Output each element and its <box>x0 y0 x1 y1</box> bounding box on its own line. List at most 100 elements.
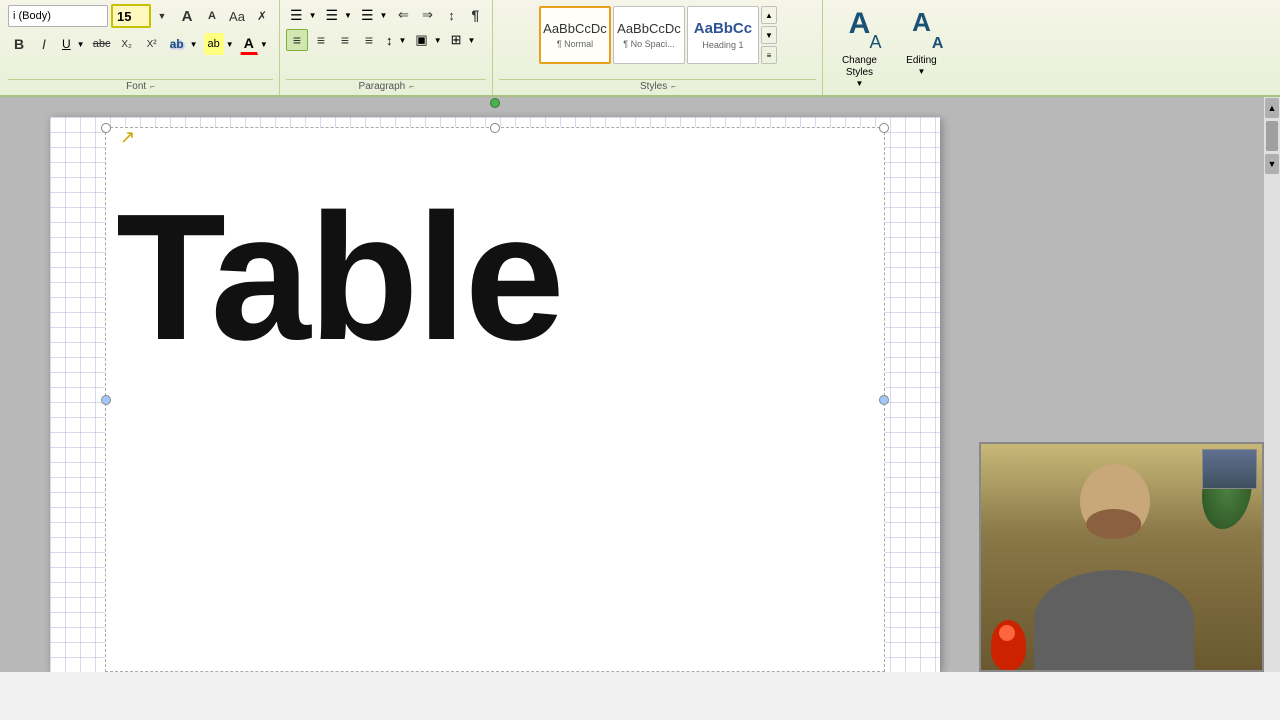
highlight-button[interactable]: ab <box>204 33 224 55</box>
align-center-button[interactable]: ≡ <box>310 29 332 51</box>
handle-top-right[interactable] <box>879 123 889 133</box>
styles-more[interactable]: ≡ <box>761 46 777 64</box>
styles-scroll-up[interactable]: ▲ <box>761 6 777 24</box>
document-page: Table <box>50 117 940 672</box>
font-color-button[interactable]: A <box>240 33 258 55</box>
font-label-text: Font <box>126 81 146 92</box>
underline-split: U ▼ <box>58 33 88 55</box>
actions-section: A A Change Styles ▼ A A Editing ▼ <box>823 0 955 95</box>
para-label-text: Paragraph <box>359 81 406 92</box>
shading-split: ▣ ▼ <box>411 29 444 51</box>
font-section: i (Body) 15 ▼ A A Aa ✗ B I U ▼ <box>2 0 280 95</box>
para-row2: ≡ ≡ ≡ ≡ ↕ ▼ ▣ ▼ ⊞ ▼ <box>286 29 486 51</box>
elmo-toy <box>991 620 1026 670</box>
numbering-button[interactable]: ☰ <box>321 4 342 26</box>
style-card-heading1[interactable]: AaBbCc Heading 1 <box>687 6 759 64</box>
paragraph-section: ☰ ▼ ☰ ▼ ☰ ▼ ⇐ ⇒ ↕ ¶ <box>280 0 493 95</box>
handle-mid-left[interactable] <box>101 395 111 405</box>
align-right-button[interactable]: ≡ <box>334 29 356 51</box>
elmo-nose <box>999 625 1015 641</box>
change-styles-icon-wrap: A A <box>837 9 881 53</box>
video-person <box>981 444 1262 670</box>
styles-section: AaBbCcDc ¶ Normal AaBbCcDc ¶ No Spaci...… <box>493 0 823 95</box>
borders-button[interactable]: ⊞ <box>447 29 466 51</box>
rotate-handle[interactable] <box>490 98 500 108</box>
change-styles-arrow: ▼ <box>855 79 863 88</box>
borders-dropdown[interactable]: ▼ <box>466 29 479 51</box>
highlight-split: ab ▼ <box>204 33 237 55</box>
style-card-heading1-preview: AaBbCc <box>694 20 752 37</box>
para-row1: ☰ ▼ ☰ ▼ ☰ ▼ ⇐ ⇒ ↕ ¶ <box>286 4 486 26</box>
change-case-button[interactable]: Aa <box>226 5 248 27</box>
video-overlay <box>979 442 1264 672</box>
document-content: Table <box>106 128 884 368</box>
text-effects-dropdown[interactable]: ▼ <box>188 33 201 55</box>
bullets-button[interactable]: ☰ <box>286 4 307 26</box>
subscript-button[interactable]: X₂ <box>116 33 138 55</box>
style-card-normal[interactable]: AaBbCcDc ¶ Normal <box>539 6 611 64</box>
font-shrink-button[interactable]: A <box>201 5 223 27</box>
highlight-dropdown[interactable]: ▼ <box>224 33 237 55</box>
styles-section-label: Styles ⌐ <box>499 79 816 95</box>
scroll-down-arrow[interactable]: ▼ <box>1265 154 1279 174</box>
underline-dropdown[interactable]: ▼ <box>75 33 88 55</box>
handle-mid-right[interactable] <box>879 395 889 405</box>
style-heading1-label: Heading 1 <box>702 40 743 50</box>
font-color-split: A ▼ <box>240 33 271 55</box>
handle-top-left[interactable] <box>101 123 111 133</box>
style-card-normal-preview: AaBbCcDc <box>543 21 607 36</box>
styles-scroll: ▲ ▼ ≡ <box>761 6 777 64</box>
strikethrough-button[interactable]: abc <box>91 33 113 55</box>
text-effects-button[interactable]: ab <box>166 33 188 55</box>
shading-button[interactable]: ▣ <box>411 29 431 51</box>
styles-scroll-down[interactable]: ▼ <box>761 26 777 44</box>
font-color-dropdown[interactable]: ▼ <box>258 33 271 55</box>
increase-indent-button[interactable]: ⇒ <box>416 4 438 26</box>
numbering-dropdown[interactable]: ▼ <box>342 4 355 26</box>
font-row2: B I U ▼ abc X₂ X² ab ▼ ab ▼ <box>8 33 273 55</box>
italic-button[interactable]: I <box>33 33 55 55</box>
bold-button[interactable]: B <box>8 33 30 55</box>
handle-top-center[interactable] <box>490 123 500 133</box>
align-justify-button[interactable]: ≡ <box>358 29 380 51</box>
video-thumbnail <box>1202 449 1257 489</box>
numbering-split: ☰ ▼ <box>321 4 354 26</box>
show-para-button[interactable]: ¶ <box>464 4 486 26</box>
scrollbar-right[interactable]: ▲ ▼ <box>1264 97 1280 672</box>
style-nospace-label: ¶ No Spaci... <box>623 39 674 49</box>
bullets-dropdown[interactable]: ▼ <box>307 4 320 26</box>
clear-format-button[interactable]: ✗ <box>251 5 273 27</box>
scrollbar-thumb[interactable] <box>1266 121 1278 151</box>
line-spacing-button[interactable]: ↕ <box>382 29 397 51</box>
font-size-display[interactable]: 15 <box>111 4 151 28</box>
font-grow-button[interactable]: A <box>176 5 198 27</box>
font-expand-icon[interactable]: ⌐ <box>150 82 155 91</box>
font-row1: i (Body) 15 ▼ A A Aa ✗ <box>8 4 273 28</box>
align-left-button[interactable]: ≡ <box>286 29 308 51</box>
font-size-dropdown[interactable]: ▼ <box>151 5 173 27</box>
text-box[interactable]: Table <box>105 127 885 672</box>
scroll-up-arrow[interactable]: ▲ <box>1265 98 1279 118</box>
bullets-split: ☰ ▼ <box>286 4 319 26</box>
superscript-button[interactable]: X² <box>141 33 163 55</box>
style-card-nospace[interactable]: AaBbCcDc ¶ No Spaci... <box>613 6 685 64</box>
editing-small-a: A <box>932 35 944 53</box>
para-expand-icon[interactable]: ⌐ <box>409 82 414 91</box>
person-body <box>1034 570 1194 670</box>
styles-expand-icon[interactable]: ⌐ <box>671 82 676 91</box>
sort-button[interactable]: ↕ <box>440 4 462 26</box>
shading-dropdown[interactable]: ▼ <box>432 29 445 51</box>
editing-label: Editing <box>906 55 937 67</box>
line-spacing-dropdown[interactable]: ▼ <box>397 29 410 51</box>
editing-icon-wrap: A A <box>899 9 943 53</box>
change-styles-button[interactable]: A A Change Styles ▼ <box>831 4 887 93</box>
canvas-area: Table ▲ ▼ <box>0 97 1280 672</box>
multilevel-dropdown[interactable]: ▼ <box>378 4 391 26</box>
underline-button[interactable]: U <box>58 33 75 55</box>
font-name-display[interactable]: i (Body) <box>8 5 108 27</box>
multilevel-button[interactable]: ☰ <box>357 4 378 26</box>
editing-button[interactable]: A A Editing ▼ <box>895 4 947 81</box>
editing-a-icon: A <box>899 9 943 35</box>
person-beard <box>1086 509 1141 539</box>
decrease-indent-button[interactable]: ⇐ <box>392 4 414 26</box>
